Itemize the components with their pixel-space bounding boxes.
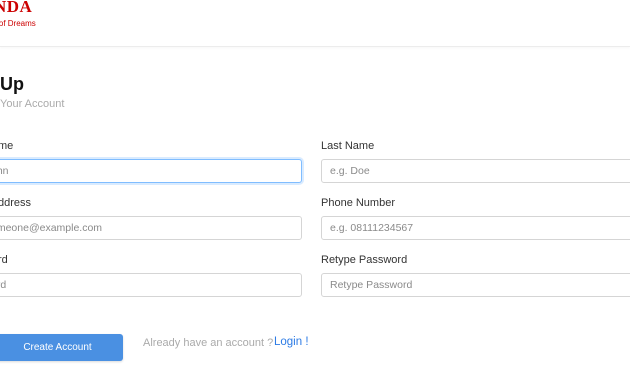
login-link[interactable]: Login ! xyxy=(274,336,309,348)
last-name-label: Last Name xyxy=(321,140,375,152)
have-account-text: Already have an account ? xyxy=(143,337,274,349)
top-bar: NDA r of Dreams xyxy=(0,0,630,47)
page-subtitle: Your Account xyxy=(0,98,65,110)
first-name-label: me xyxy=(0,140,14,152)
retype-password-label: Retype Password xyxy=(321,254,408,266)
last-name-input[interactable] xyxy=(321,159,630,183)
email-label: ddress xyxy=(0,197,32,209)
first-name-input[interactable] xyxy=(0,159,302,183)
phone-input[interactable] xyxy=(321,216,630,240)
retype-password-input[interactable] xyxy=(321,273,630,297)
password-label: rd xyxy=(0,254,8,266)
phone-label: Phone Number xyxy=(321,197,395,209)
create-account-button[interactable]: Create Account xyxy=(0,334,123,361)
page-title: Up xyxy=(0,74,24,94)
honda-logo[interactable]: NDA r of Dreams xyxy=(0,0,36,28)
password-input[interactable] xyxy=(0,273,302,297)
logo-tagline: r of Dreams xyxy=(0,19,36,28)
logo-wordmark: NDA xyxy=(0,0,33,16)
email-input[interactable] xyxy=(0,216,302,240)
